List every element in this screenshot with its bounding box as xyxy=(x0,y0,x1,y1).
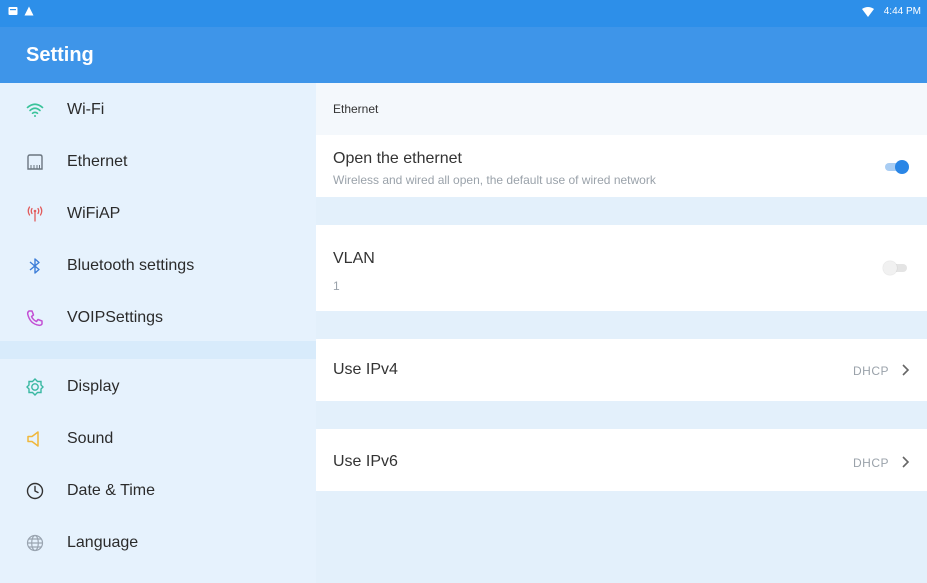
status-bar-left-icons xyxy=(8,6,34,16)
sidebar-item-label: Date & Time xyxy=(67,482,156,499)
sidebar-item-label: Sound xyxy=(67,430,114,447)
sidebar-item-label: WiFiAP xyxy=(67,205,121,222)
sidebar-item-wifi[interactable]: Wi-Fi xyxy=(0,85,316,137)
alert-icon xyxy=(24,6,34,16)
sidebar-item-language[interactable]: Language xyxy=(0,518,316,570)
ipv6-title: Use IPv6 xyxy=(333,453,398,470)
ipv4-mode-value: DHCP xyxy=(852,364,889,378)
sidebar-item-label: Wi-Fi xyxy=(67,101,105,118)
open-ethernet-subtitle: Wireless and wired all open, the default… xyxy=(333,173,656,187)
status-time: 4:44 PM xyxy=(883,6,921,17)
vlan-value: 1 xyxy=(333,279,340,293)
app-title: Setting xyxy=(26,44,94,66)
sound-icon xyxy=(24,428,46,450)
sidebar-divider xyxy=(0,341,316,359)
sidebar-item-sound[interactable]: Sound xyxy=(0,414,316,466)
phone-icon xyxy=(24,307,46,329)
ipv4-title: Use IPv4 xyxy=(333,361,398,378)
vlan-title: VLAN xyxy=(333,250,375,267)
ethernet-icon xyxy=(24,151,46,173)
chevron-right-icon xyxy=(902,364,910,376)
sidebar-item-label: Bluetooth settings xyxy=(67,257,195,274)
section-title: Ethernet xyxy=(333,102,379,116)
notification-icon xyxy=(8,7,18,15)
sidebar-item-voip[interactable]: VOIPSettings xyxy=(0,293,316,345)
bluetooth-icon xyxy=(24,255,46,277)
display-icon xyxy=(24,376,46,398)
status-bar: 4:44 PM xyxy=(0,0,927,27)
sidebar-item-ethernet[interactable]: Ethernet xyxy=(0,137,316,189)
sidebar-item-label: Language xyxy=(67,534,139,551)
open-ethernet-toggle[interactable] xyxy=(883,159,909,175)
use-ipv4-row[interactable]: Use IPv4 DHCP xyxy=(316,339,927,401)
toggle-thumb xyxy=(883,261,897,275)
sidebar-item-display[interactable]: Display xyxy=(0,362,316,414)
app-bar: Setting xyxy=(0,27,927,83)
wifi-icon xyxy=(24,99,46,121)
section-header: Ethernet xyxy=(316,83,927,135)
open-ethernet-row[interactable]: Open the ethernet Wireless and wired all… xyxy=(316,135,927,197)
hotspot-icon xyxy=(24,203,46,225)
sidebar-item-wifiap[interactable]: WiFiAP xyxy=(0,189,316,241)
vlan-toggle[interactable] xyxy=(883,260,909,276)
toggle-thumb xyxy=(895,160,909,174)
sidebar: Wi-Fi Ethernet WiFiAP Bluetooth settings… xyxy=(0,83,316,583)
sidebar-item-bluetooth[interactable]: Bluetooth settings xyxy=(0,241,316,293)
open-ethernet-title: Open the ethernet xyxy=(333,150,462,167)
clock-icon xyxy=(24,480,46,502)
sidebar-item-label: VOIPSettings xyxy=(67,309,164,326)
status-bar-right: 4:44 PM xyxy=(861,6,921,17)
wifi-signal-icon xyxy=(861,6,874,17)
sidebar-item-label: Ethernet xyxy=(67,153,128,170)
ethernet-settings-panel: Ethernet Open the ethernet Wireless and … xyxy=(316,83,927,583)
vlan-row[interactable]: VLAN 1 xyxy=(316,225,927,311)
globe-icon xyxy=(24,532,46,554)
chevron-right-icon xyxy=(902,456,910,468)
ipv6-mode-value: DHCP xyxy=(852,456,889,470)
sidebar-item-label: Display xyxy=(67,378,120,395)
use-ipv6-row[interactable]: Use IPv6 DHCP xyxy=(316,429,927,491)
sidebar-item-date-time[interactable]: Date & Time xyxy=(0,466,316,518)
